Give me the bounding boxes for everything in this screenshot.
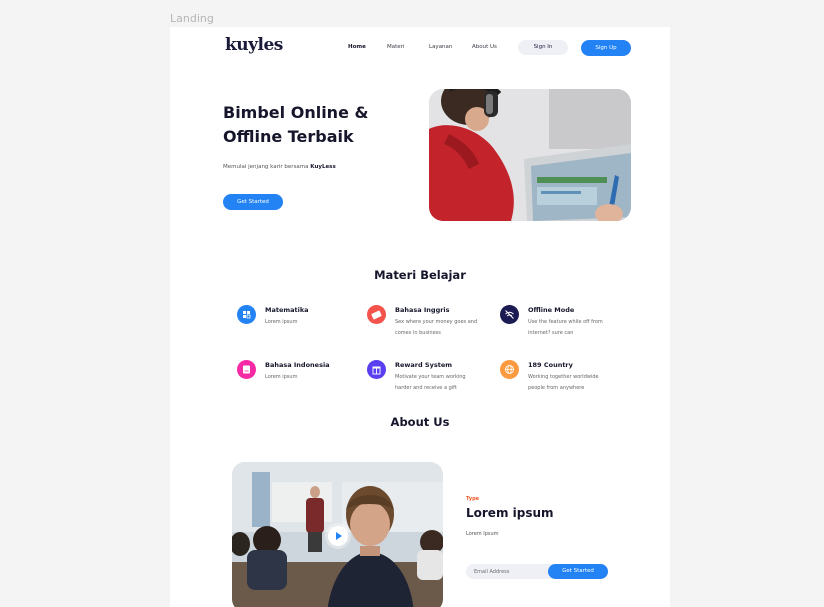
about-get-started-button[interactable]: Get Started [548, 564, 608, 579]
qr-grid-icon [237, 305, 256, 324]
materi-item-offline-mode[interactable]: Offline Mode Use the feature while off f… [500, 305, 640, 345]
materi-item-reward-system[interactable]: Reward System Motivate your team working… [367, 360, 507, 400]
materi-item-matematika[interactable]: Matematika Lorem ipsum [237, 305, 377, 345]
nav-link-materi[interactable]: Materi [387, 44, 404, 50]
materi-item-bahasa-inggris[interactable]: Bahasa Inggris Sex where your money goes… [367, 305, 507, 345]
email-subscribe-form: Get Started [466, 564, 608, 579]
materi-item-title: Offline Mode [528, 306, 575, 314]
about-heading: Lorem ipsum [466, 506, 554, 520]
materi-item-title: Matematika [265, 306, 309, 314]
nav-link-about[interactable]: About Us [472, 44, 497, 50]
hero-get-started-button[interactable]: Get Started [223, 194, 283, 210]
hero-title: Bimbel Online & Offline Terbaik [223, 103, 369, 146]
materi-item-desc: Lorem ipsum [265, 319, 298, 325]
gift-icon [367, 360, 386, 379]
ticket-icon [367, 305, 386, 324]
email-field[interactable] [474, 564, 548, 579]
hero-subtitle-text: Memulai jenjang karir bersama [223, 164, 311, 170]
nav-link-home[interactable]: Home [348, 44, 366, 50]
book-icon [237, 360, 256, 379]
materi-item-desc: Sex where your money goes and comes in b… [395, 319, 478, 336]
about-section-title: About Us [390, 415, 450, 429]
hero-subtitle-brand: KuyLess [310, 164, 336, 170]
hero-image [429, 89, 631, 221]
hero-subtitle: Memulai jenjang karir bersama KuyLess [223, 164, 336, 170]
materi-item-title: Bahasa Inggris [395, 306, 450, 314]
about-type-label: Type [466, 496, 480, 502]
materi-item-desc: Use the feature while off from internet?… [528, 319, 603, 336]
materi-item-bahasa-indonesia[interactable]: Bahasa Indonesia Lorem ipsum [237, 360, 377, 400]
about-text: Lorem Ipsum [466, 531, 499, 537]
logo[interactable]: kuyles [225, 35, 283, 55]
materi-item-title: Reward System [395, 361, 453, 369]
play-icon[interactable] [328, 526, 348, 546]
landing-page: kuyles Home Materi Layanan About Us Sign… [170, 27, 670, 607]
no-wifi-icon [500, 305, 519, 324]
materi-item-desc: Motivate your team working harder and re… [395, 374, 466, 391]
materi-item-title: 189 Country [528, 361, 573, 369]
materi-item-desc: Working together worldwide people from a… [528, 374, 599, 391]
globe-icon [500, 360, 519, 379]
sign-in-button[interactable]: Sign In [518, 40, 568, 55]
nav-link-layanan[interactable]: Layanan [429, 44, 452, 50]
sign-up-button[interactable]: Sign Up [581, 40, 631, 56]
materi-item-title: Bahasa Indonesia [265, 361, 330, 369]
frame-label: Landing [170, 12, 214, 25]
materi-item-desc: Lorem ipsum [265, 374, 298, 380]
materi-section-title: Materi Belajar [374, 268, 466, 282]
materi-item-189-country[interactable]: 189 Country Working together worldwide p… [500, 360, 640, 400]
